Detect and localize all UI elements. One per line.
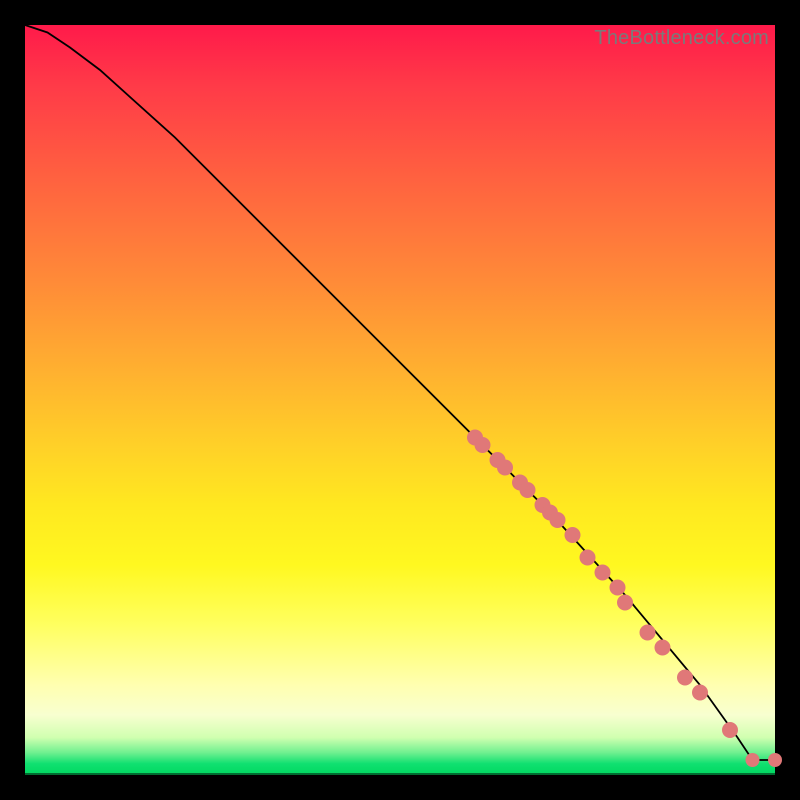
data-point [722,722,738,738]
data-point [655,640,671,656]
data-point [640,625,656,641]
data-point [768,753,782,767]
data-point [550,512,566,528]
data-points-layer [467,430,782,768]
data-point [692,685,708,701]
data-point [565,527,581,543]
data-point [677,670,693,686]
data-point [497,460,513,476]
chart-svg [25,25,775,775]
data-point [746,753,760,767]
chart-plot-area: TheBottleneck.com [25,25,775,775]
data-point [520,482,536,498]
data-point [617,595,633,611]
data-point [610,580,626,596]
chart-stage: TheBottleneck.com [0,0,800,800]
data-point [580,550,596,566]
data-point [595,565,611,581]
data-point [475,437,491,453]
